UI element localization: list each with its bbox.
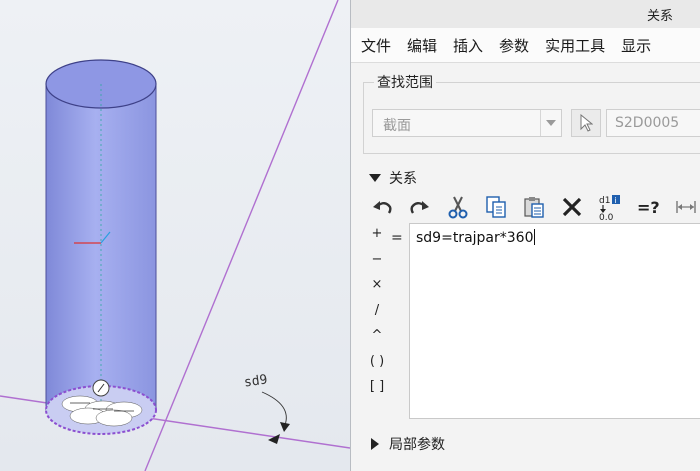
operator-column: + − × / ^ ( ) [ ] — [367, 226, 387, 405]
relation-text: sd9=trajpar*360 — [416, 230, 534, 246]
part-name-field[interactable]: S2D0005 — [606, 109, 700, 137]
title-bar[interactable]: 关系 — [351, 0, 700, 28]
chevron-down-icon[interactable] — [540, 110, 561, 136]
text-caret — [534, 229, 536, 245]
part-name-value: S2D0005 — [615, 115, 680, 131]
collapse-triangle-icon[interactable] — [371, 438, 379, 450]
relations-label: 关系 — [389, 171, 417, 187]
local-parameters-section-header[interactable]: 局部参数 — [371, 434, 445, 454]
operator-divide-button[interactable]: / — [367, 303, 387, 329]
menu-utilities[interactable]: 实用工具 — [545, 35, 605, 56]
window-title: 关系 — [646, 9, 673, 24]
menu-bar: 文件 编辑 插入 参数 实用工具 显示 — [351, 28, 700, 63]
menu-parameters[interactable]: 参数 — [499, 35, 529, 56]
verify-icon[interactable]: =? — [633, 193, 663, 221]
menu-display[interactable]: 显示 — [621, 35, 651, 56]
relations-section-header[interactable]: 关系 — [369, 168, 417, 188]
operator-minus-button[interactable]: − — [367, 252, 387, 278]
svg-text:d1: d1 — [599, 196, 610, 206]
cursor-arrow-icon — [580, 114, 593, 132]
find-scope-group: 查找范围 截面 S2D0005 — [363, 72, 700, 154]
relations-editor[interactable]: sd9=trajpar*360 — [409, 223, 700, 419]
expand-triangle-icon[interactable] — [369, 174, 381, 182]
model-viewport[interactable]: sd9 — [0, 0, 350, 471]
find-scope-label: 查找范围 — [374, 72, 436, 92]
equals-button[interactable]: = — [391, 230, 403, 246]
datum-axis-line — [144, 0, 339, 471]
relations-toolbar: d1 i 0.0 =? — [367, 192, 700, 222]
menu-edit[interactable]: 编辑 — [407, 35, 437, 56]
copy-icon[interactable] — [481, 193, 511, 221]
units-icon[interactable] — [671, 193, 700, 221]
dimension-arc — [261, 391, 287, 426]
local-parameters-label: 局部参数 — [389, 437, 445, 453]
delete-icon[interactable] — [557, 193, 587, 221]
operator-plus-button[interactable]: + — [367, 226, 387, 252]
select-pointer-button[interactable] — [571, 109, 601, 137]
redo-icon[interactable] — [405, 193, 435, 221]
scope-select-value: 截面 — [383, 118, 411, 134]
menu-insert[interactable]: 插入 — [453, 35, 483, 56]
operator-multiply-button[interactable]: × — [367, 277, 387, 303]
operator-brackets-button[interactable]: [ ] — [367, 379, 387, 405]
menu-file[interactable]: 文件 — [361, 35, 391, 56]
cylinder-body[interactable] — [45, 84, 157, 411]
model-graphics — [0, 0, 350, 471]
paste-icon[interactable] — [519, 193, 549, 221]
operator-power-button[interactable]: ^ — [367, 328, 387, 354]
evaluate-icon[interactable]: d1 i 0.0 — [595, 193, 625, 221]
undo-icon[interactable] — [367, 193, 397, 221]
relations-dialog: 关系 文件 编辑 插入 参数 实用工具 显示 查找范围 截面 S2D0005 关… — [350, 0, 700, 471]
svg-text:=?: =? — [637, 198, 660, 217]
svg-text:i: i — [615, 196, 617, 205]
svg-text:0.0: 0.0 — [599, 213, 614, 220]
scope-select[interactable]: 截面 — [372, 109, 562, 137]
operator-parentheses-button[interactable]: ( ) — [367, 354, 387, 380]
cut-icon[interactable] — [443, 193, 473, 221]
